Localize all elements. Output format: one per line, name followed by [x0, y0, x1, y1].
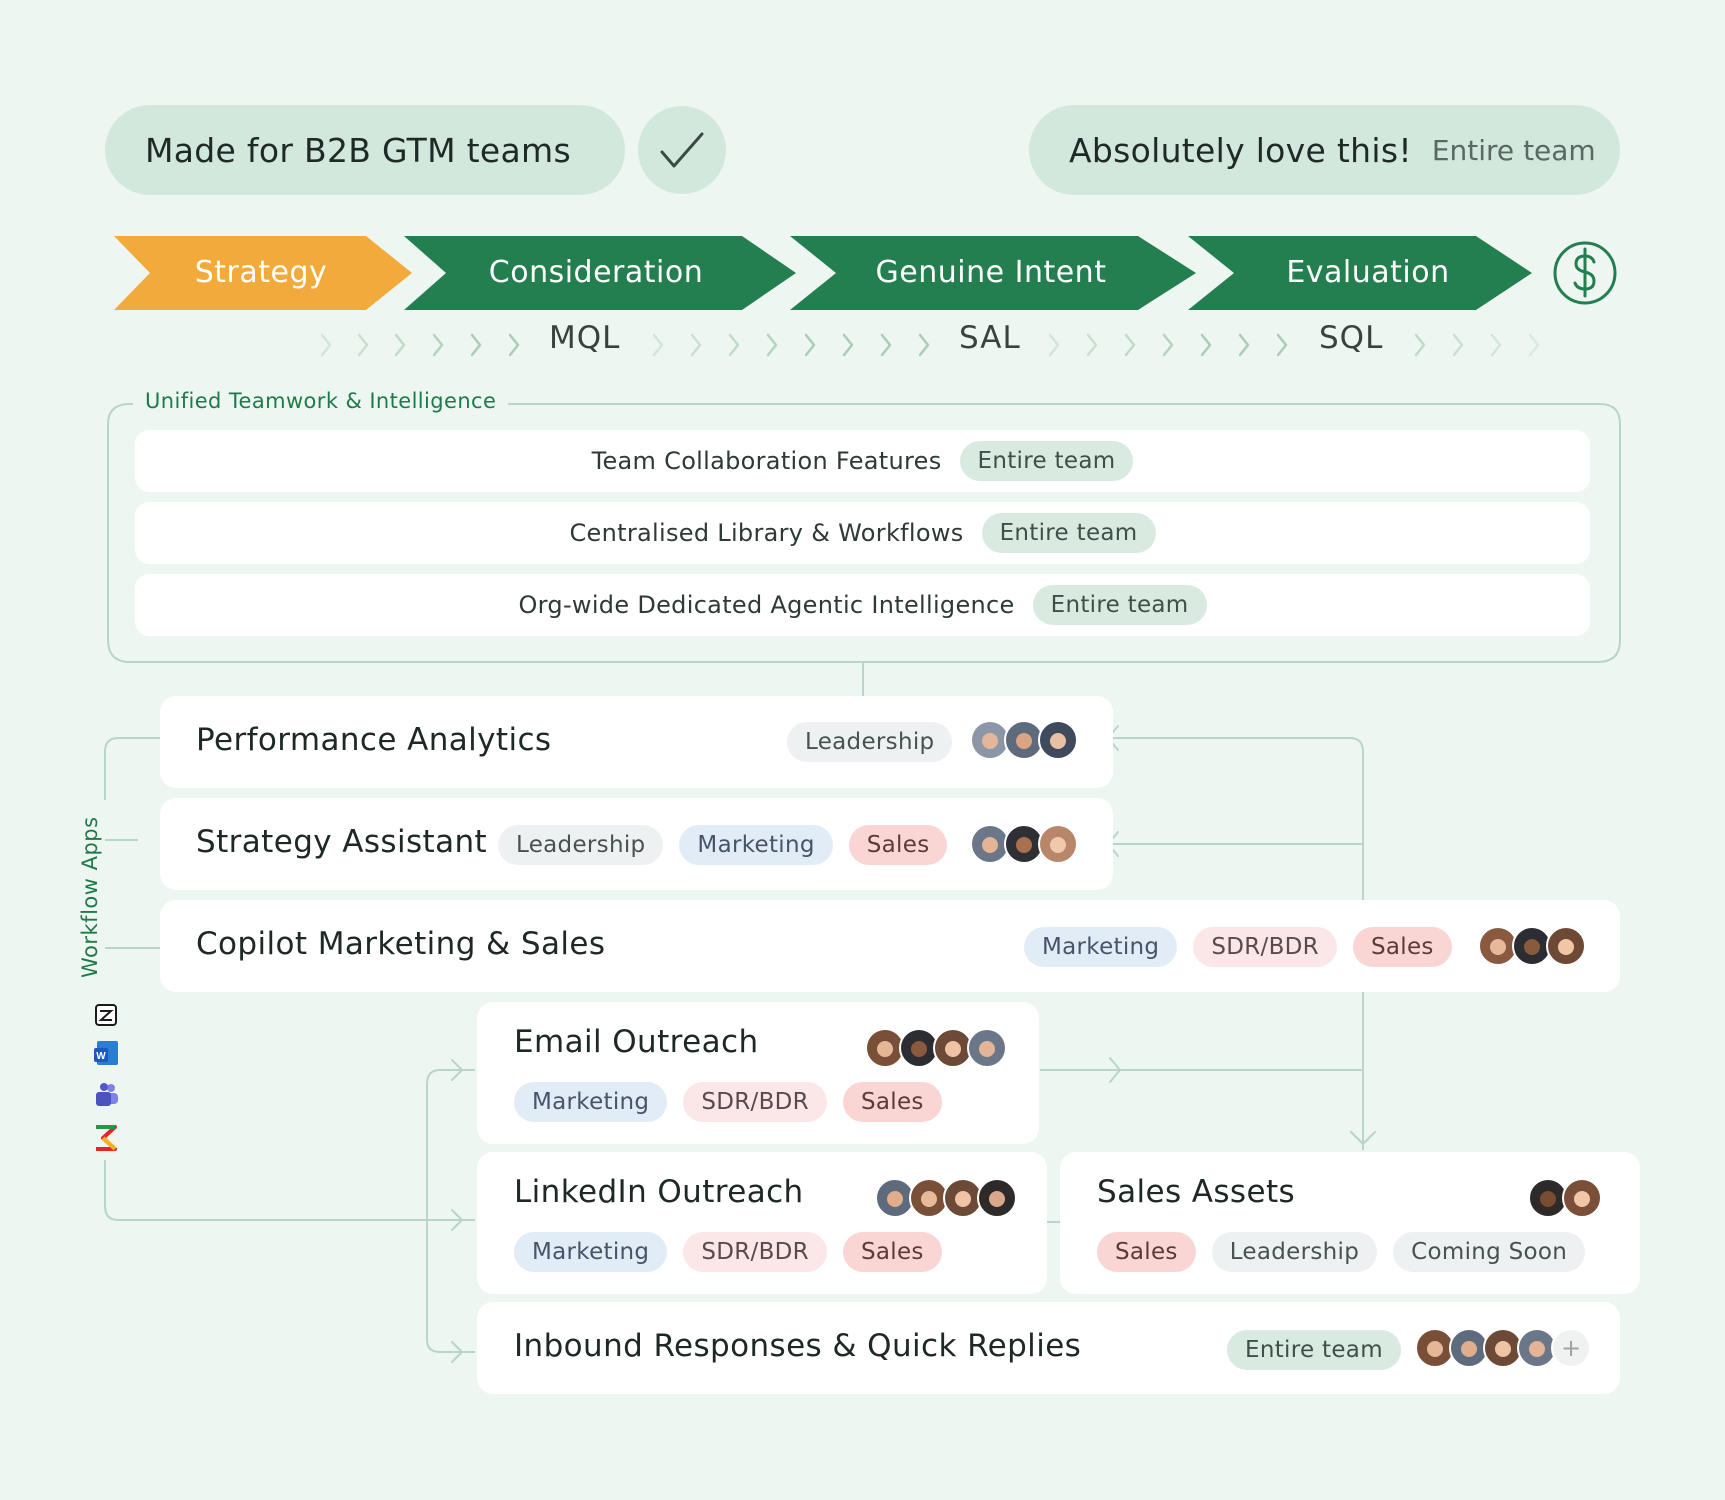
stage-strategy: Strategy: [194, 254, 328, 290]
word-icon: W: [94, 1041, 118, 1065]
row-tag: Entire team: [981, 513, 1156, 553]
row-tag: Entire team: [1032, 585, 1207, 625]
zoho-icon: [96, 1125, 117, 1151]
check-badge: [638, 106, 726, 194]
app-card-strategy-assistant[interactable]: Strategy Assistant Leadership Marketing …: [160, 798, 1113, 890]
tag-sdr-bdr: SDR/BDR: [683, 1082, 827, 1122]
card-title: Sales Assets: [1097, 1174, 1296, 1210]
tag-leadership: Leadership: [1211, 1232, 1378, 1272]
dollar-icon: [1553, 241, 1617, 305]
tag-marketing: Marketing: [514, 1232, 668, 1272]
tag-entire-team: Entire team: [1227, 1330, 1401, 1370]
avatar: [1038, 824, 1078, 864]
avatar: [1038, 720, 1078, 760]
app-card-performance-analytics[interactable]: Performance Analytics Leadership: [160, 696, 1113, 788]
avatar-group: +: [1415, 1328, 1591, 1368]
row-label: Org-wide Dedicated Agentic Intelligence: [518, 591, 1015, 619]
avatar-group: [1478, 926, 1586, 966]
row-tag: Entire team: [959, 441, 1134, 481]
avatar: [1546, 926, 1586, 966]
unified-row-collaboration: Team Collaboration Features Entire team: [135, 430, 1590, 492]
row-label: Centralised Library & Workflows: [569, 519, 964, 547]
card-title: Email Outreach: [514, 1024, 759, 1060]
app-card-copilot[interactable]: Copilot Marketing & Sales Marketing SDR/…: [160, 900, 1620, 992]
stage-genuine-intent: Genuine Intent: [875, 254, 1107, 290]
app-card-inbound-responses[interactable]: Inbound Responses & Quick Replies Entire…: [477, 1302, 1620, 1394]
love-pill: Absolutely love this! Entire team: [1029, 105, 1620, 195]
unified-row-intelligence: Org-wide Dedicated Agentic Intelligence …: [135, 574, 1590, 636]
avatar: [967, 1028, 1007, 1068]
avatar-group: [970, 824, 1078, 864]
avatar-group: [970, 720, 1078, 760]
avatar: [977, 1178, 1017, 1218]
avatar-group: [875, 1178, 1017, 1218]
avatar-group: [1528, 1178, 1602, 1218]
tag-sales: Sales: [1097, 1232, 1196, 1272]
card-title: LinkedIn Outreach: [514, 1174, 804, 1210]
teams-icon: [96, 1083, 118, 1106]
made-for-pill: Made for B2B GTM teams: [105, 105, 625, 195]
app-card-email-outreach[interactable]: Email Outreach Marketing SDR/BDR Sales: [477, 1002, 1039, 1144]
check-icon: [660, 132, 704, 168]
app-card-linkedin-outreach[interactable]: LinkedIn Outreach Marketing SDR/BDR Sale…: [477, 1152, 1047, 1294]
card-title: Performance Analytics: [196, 722, 552, 758]
add-member-button[interactable]: +: [1551, 1328, 1591, 1368]
workflow-apps-label: Workflow Apps: [78, 816, 102, 978]
tag-sales: Sales: [842, 1232, 942, 1272]
tag-leadership: Leadership: [498, 825, 664, 865]
tag-sdr-bdr: SDR/BDR: [683, 1232, 827, 1272]
tag-marketing: Marketing: [679, 825, 833, 865]
card-title: Inbound Responses & Quick Replies: [514, 1328, 1082, 1364]
phase-chevrons: [320, 333, 1540, 357]
avatar: [1562, 1178, 1602, 1218]
tag-leadership: Leadership: [787, 722, 953, 762]
card-title: Copilot Marketing & Sales: [196, 926, 606, 962]
tag-marketing: Marketing: [514, 1082, 668, 1122]
svg-text:W: W: [96, 1051, 106, 1062]
phase-sql: SQL: [1319, 320, 1384, 356]
made-for-text: Made for B2B GTM teams: [145, 130, 571, 170]
tag-marketing: Marketing: [1024, 927, 1178, 967]
stage-consideration: Consideration: [488, 254, 704, 290]
love-text: Absolutely love this!: [1069, 130, 1412, 170]
tag-sales: Sales: [842, 1082, 942, 1122]
phase-mql: MQL: [549, 320, 621, 356]
zendesk-icon: [95, 1004, 117, 1026]
row-label: Team Collaboration Features: [591, 447, 942, 475]
phase-sal: SAL: [959, 320, 1021, 356]
unified-row-library: Centralised Library & Workflows Entire t…: [135, 502, 1590, 564]
tag-sales: Sales: [848, 825, 948, 865]
unified-section-title: Unified Teamwork & Intelligence: [133, 389, 509, 413]
card-title: Strategy Assistant: [196, 824, 488, 860]
tag-sales: Sales: [1352, 927, 1452, 967]
tag-sdr-bdr: SDR/BDR: [1193, 927, 1337, 967]
app-card-sales-assets[interactable]: Sales Assets Sales Leadership Coming Soo…: [1060, 1152, 1640, 1294]
love-tag: Entire team: [1431, 133, 1596, 167]
tag-coming-soon: Coming Soon: [1393, 1232, 1586, 1272]
stage-evaluation: Evaluation: [1286, 254, 1450, 290]
avatar-group: [865, 1028, 1007, 1068]
